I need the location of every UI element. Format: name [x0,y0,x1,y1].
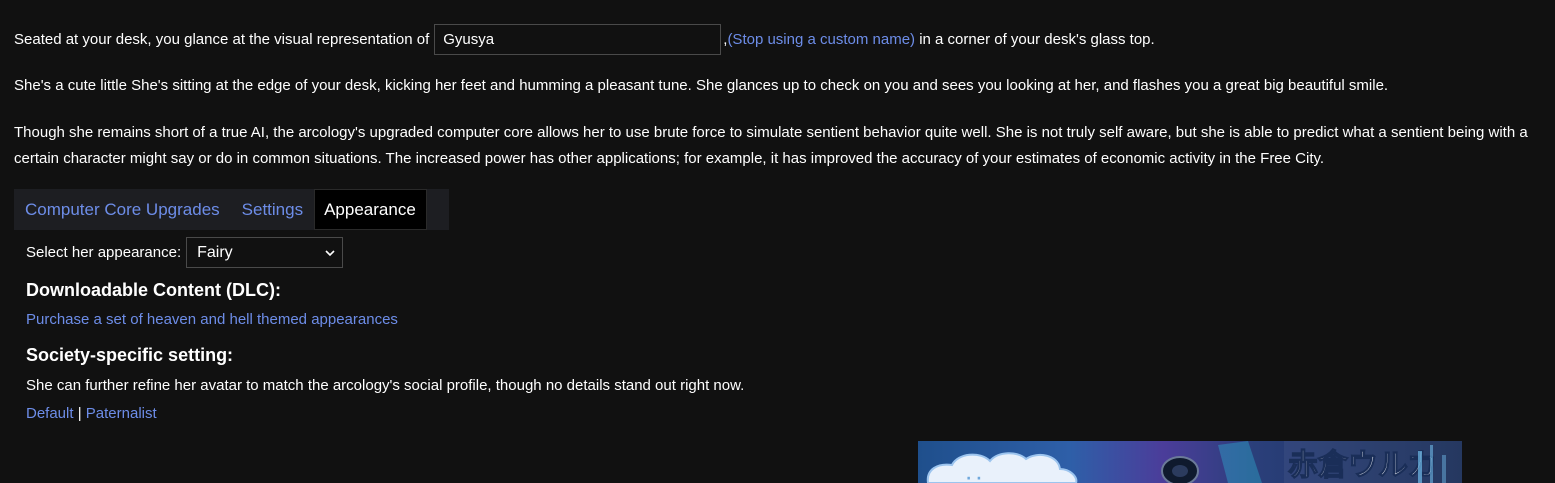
avatar-caption: 赤倉ウルカ [1288,448,1437,483]
custom-name-input[interactable] [434,24,722,55]
intro-before: Seated at your desk, you glance at the v… [14,31,430,48]
dlc-heading: Downloadable Content (DLC): [26,280,281,300]
society-option-default[interactable]: Default [26,405,74,422]
tab-appearance[interactable]: Appearance [314,189,427,230]
tab-bar: Computer Core Upgrades Settings Appearan… [14,189,449,230]
tab-computer-core-upgrades[interactable]: Computer Core Upgrades [14,189,231,230]
appearance-select-label: Select her appearance: [26,244,182,261]
society-heading: Society-specific setting: [26,345,234,365]
avatar-description: She's a cute little She's sitting at the… [14,77,1389,94]
society-separator: | [77,405,82,422]
society-option-paternalist[interactable]: Paternalist [86,405,157,422]
appearance-selected-value: Fairy [197,243,233,261]
svg-text:· ·: · · [966,471,982,483]
avatar-image: · · 赤倉ウルカ [918,441,1462,483]
appearance-select[interactable]: Fairy [186,237,344,268]
core-description: Though she remains short of a true AI, t… [14,124,1528,167]
society-description: She can further refine her avatar to mat… [26,377,745,394]
page: Seated at your desk, you glance at the v… [0,0,1555,483]
chevron-down-icon [325,250,335,257]
avatar-artwork: · · 赤倉ウルカ [926,441,1462,483]
society-options: Default | Paternalist [26,405,157,422]
appearance-row: Select her appearance: Fairy [26,237,344,268]
purchase-dlc-link[interactable]: Purchase a set of heaven and hell themed… [26,311,398,328]
intro-after: in a corner of your desk's glass top. [919,31,1155,48]
tab-settings[interactable]: Settings [231,189,314,230]
stop-custom-name-link[interactable]: (Stop using a custom name) [727,31,915,48]
intro-line: Seated at your desk, you glance at the v… [14,23,1155,56]
